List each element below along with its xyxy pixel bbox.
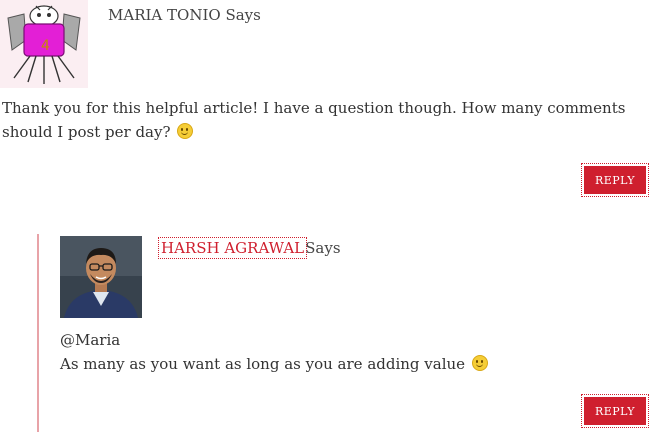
comment-author-line: MARIA TONIO Says (108, 6, 261, 24)
avatar (60, 236, 142, 318)
svg-text:4: 4 (41, 38, 50, 54)
avatar: 4 (0, 0, 88, 88)
comments-section: 4 MARIA TONIO Says Thank you for this he… (0, 0, 650, 432)
comment-author-name: MARIA TONIO (108, 6, 221, 24)
profile-photo-icon (60, 236, 142, 318)
reply-button[interactable]: REPLY (581, 163, 649, 197)
says-label: Says (305, 239, 341, 257)
thread-line (37, 234, 39, 432)
cartoon-monster-icon: 4 (0, 0, 88, 88)
comment-body: Thank you for this helpful article! I ha… (2, 96, 632, 144)
says-label: Says (220, 6, 261, 24)
comment-text-line: As many as you want as long as you are a… (60, 352, 620, 376)
mention-text: @Maria (60, 331, 121, 349)
comment-text: Thank you for this helpful article! I ha… (2, 99, 626, 141)
comment-text: As many as you want as long as you are a… (60, 355, 466, 373)
reply-button[interactable]: REPLY (581, 394, 649, 428)
smiley-icon (471, 355, 488, 371)
comment-author-link[interactable]: HARSH AGRAWAL (157, 237, 308, 259)
comment-author-line: HARSH AGRAWALSays (157, 237, 341, 259)
comment-body: @Maria As many as you want as long as yo… (60, 328, 620, 376)
smiley-icon (177, 123, 194, 139)
